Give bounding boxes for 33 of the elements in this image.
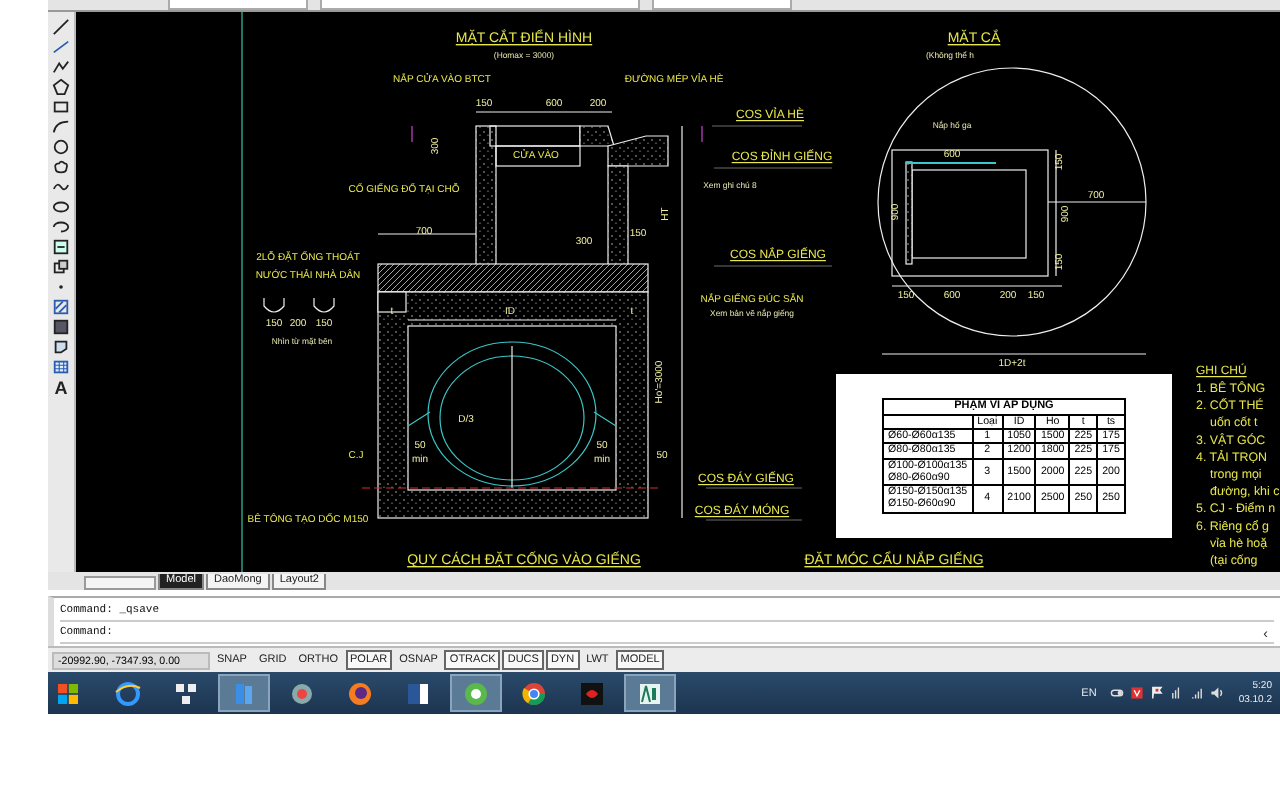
insert-icon[interactable] [51,238,70,256]
v-badge-icon[interactable] [1130,686,1145,700]
ellipse-icon[interactable] [51,198,70,216]
block-icon[interactable] [51,258,70,276]
files-app-icon [230,679,258,707]
line-icon[interactable] [51,18,70,36]
game-app-icon [578,679,606,707]
ellipse-arc-icon[interactable] [51,218,70,236]
cad-app-icon [636,679,664,707]
rectangle-icon[interactable] [51,98,70,116]
cloud-icon[interactable] [51,158,70,176]
arc-icon[interactable] [51,118,70,136]
chrome-app-icon [520,679,548,707]
wave-icon[interactable] [51,178,70,196]
text-tool[interactable]: A [54,378,68,398]
recorder-app-icon [288,679,316,707]
toggle-icon[interactable] [1110,686,1125,700]
drawing-canvas[interactable] [75,12,1280,572]
polyline-icon[interactable] [51,58,70,76]
flag-icon[interactable] [1150,686,1165,700]
network-icon[interactable] [1170,686,1185,700]
circle-icon[interactable] [51,138,70,156]
hatch-icon[interactable] [51,298,70,316]
region-icon[interactable] [51,338,70,356]
gradient-icon[interactable] [51,318,70,336]
speaker-icon[interactable] [1210,686,1225,700]
ray-icon[interactable] [51,38,70,56]
polygon-icon[interactable] [51,78,70,96]
signal-icon[interactable] [1190,686,1205,700]
ring-app-icon [462,679,490,707]
table-icon[interactable] [51,358,70,376]
tab-scroll-buttons[interactable] [84,576,156,590]
start-icon[interactable] [56,681,80,705]
